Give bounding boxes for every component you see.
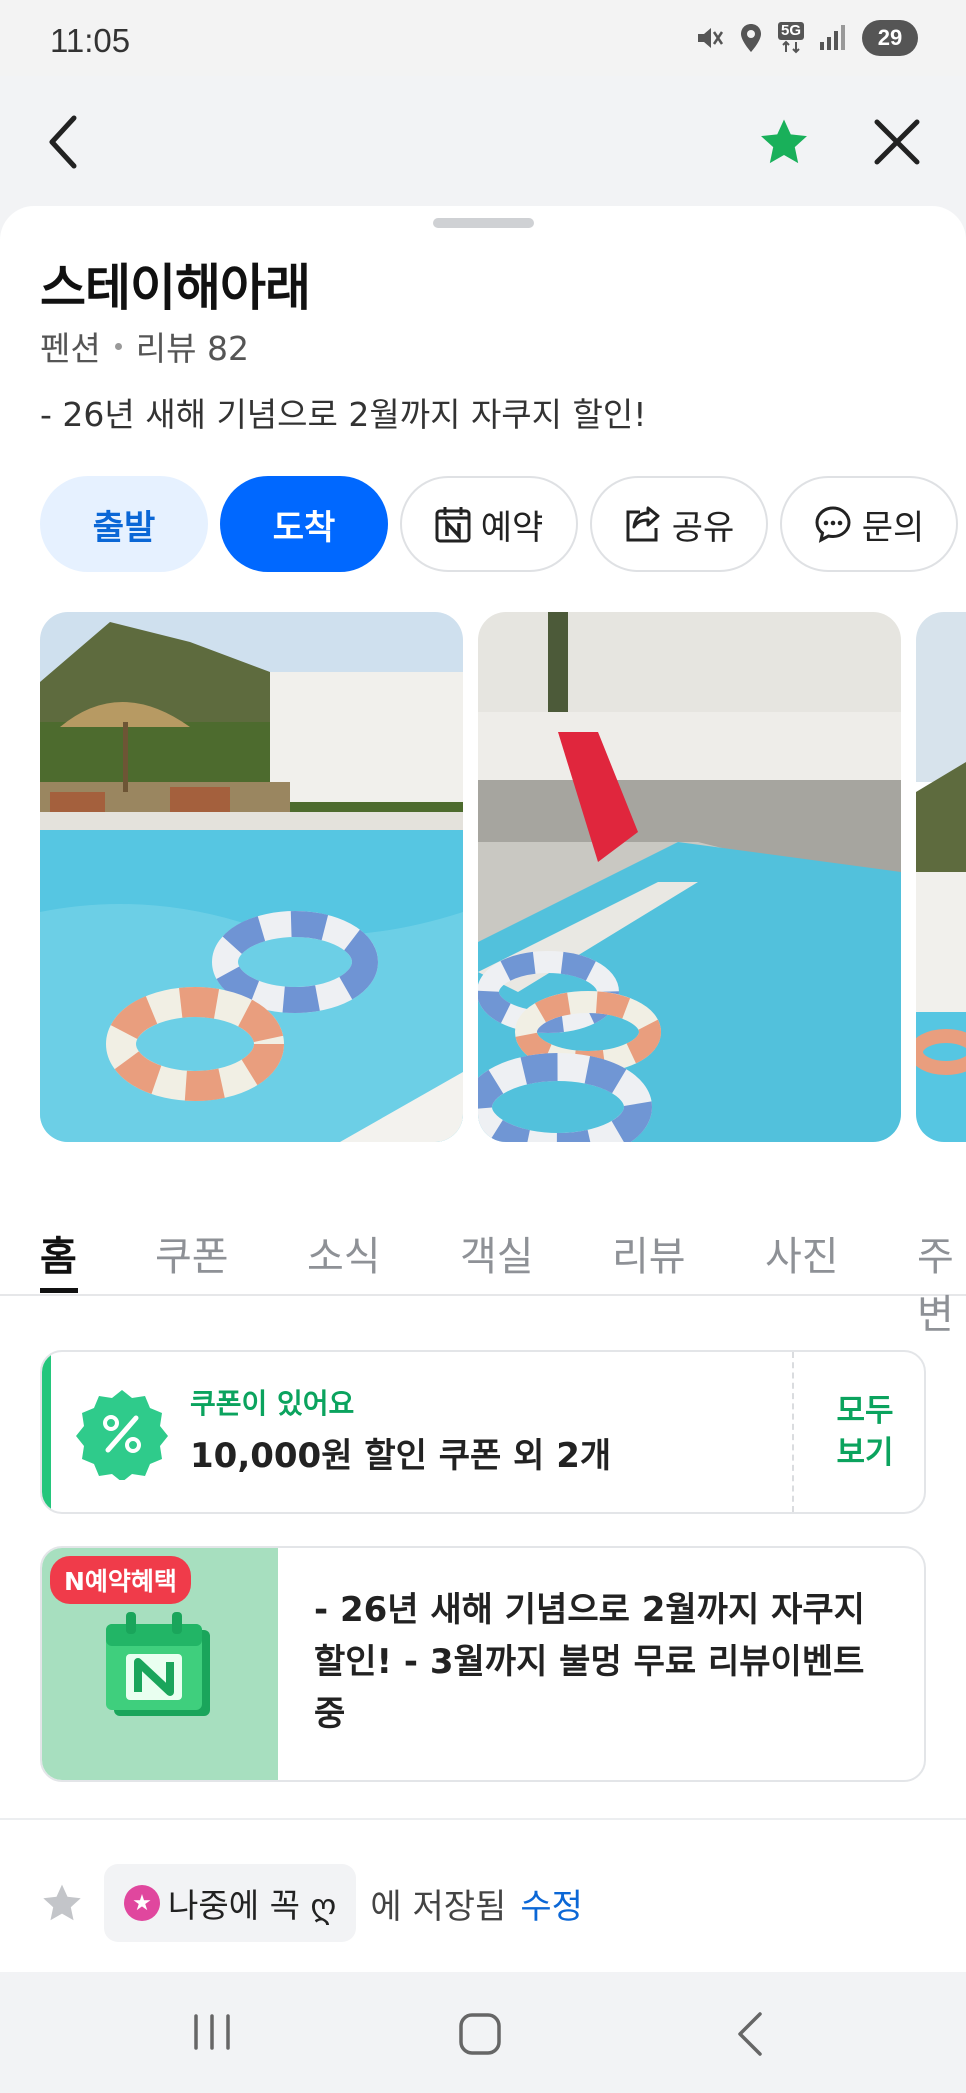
star-outline-icon bbox=[43, 1884, 81, 1921]
coupon-title: 10,000원 할인 쿠폰 외 2개 bbox=[190, 1436, 612, 1476]
place-promo: - 26년 새해 기념으로 2월까지 자쿠지 할인! bbox=[40, 395, 647, 434]
tab-news[interactable]: 소식 bbox=[307, 1224, 381, 1282]
n-reservation-benefit-badge: N예약혜택 bbox=[50, 1556, 191, 1604]
back-button[interactable] bbox=[24, 102, 104, 182]
reservation-benefit-card[interactable]: N예약혜택 - 26년 새해 기념으로 2월까지 자쿠지 할인! - 3월까지 … bbox=[40, 1546, 926, 1782]
photo-pool-3[interactable] bbox=[916, 612, 966, 1142]
benefit-text: - 26년 새해 기념으로 2월까지 자쿠지 할인! - 3월까지 불멍 무료 … bbox=[314, 1590, 865, 1734]
inquiry-button[interactable]: 문의 bbox=[780, 476, 958, 572]
inquiry-label: 문의 bbox=[861, 507, 925, 548]
saved-list-name: 나중에 꼭 ღ bbox=[168, 1886, 337, 1925]
star-icon bbox=[761, 119, 807, 164]
system-nav-bar bbox=[0, 1972, 966, 2093]
section-divider bbox=[0, 1818, 966, 1820]
review-count-link[interactable]: 리뷰 82 bbox=[136, 322, 249, 370]
photo-carousel[interactable] bbox=[40, 612, 966, 1142]
saved-list-row: ★ 나중에 꼭 ღ 에 저장됨 수정 bbox=[40, 1864, 583, 1942]
status-icons: 5G 29 bbox=[694, 20, 918, 56]
status-bar: 11:05 5G 29 bbox=[0, 0, 966, 76]
home-icon[interactable] bbox=[458, 2012, 502, 2056]
tab-nearby[interactable]: 주변 bbox=[917, 1224, 966, 1340]
coupon-card[interactable]: 쿠폰이 있어요 10,000원 할인 쿠폰 외 2개 모두 보기 bbox=[40, 1350, 926, 1514]
meta-separator-dot bbox=[114, 342, 122, 350]
place-category: 펜션 bbox=[40, 329, 101, 368]
reserve-button[interactable]: 예약 bbox=[400, 476, 578, 572]
arrive-label: 도착 bbox=[272, 507, 336, 548]
pink-star-icon: ★ bbox=[124, 1885, 160, 1921]
calendar-n-icon bbox=[435, 507, 471, 543]
tab-rooms[interactable]: 객실 bbox=[460, 1224, 534, 1282]
depart-label: 출발 bbox=[92, 507, 156, 548]
arrive-button[interactable]: 도착 bbox=[220, 476, 388, 572]
location-icon bbox=[740, 24, 761, 52]
share-icon bbox=[626, 506, 660, 542]
place-meta: 펜션 리뷰 82 bbox=[40, 322, 249, 370]
close-icon bbox=[874, 119, 920, 165]
share-button[interactable]: 공유 bbox=[590, 476, 768, 572]
share-label: 공유 bbox=[671, 507, 735, 548]
tab-reviews[interactable]: 리뷰 bbox=[612, 1224, 686, 1282]
photo-pool-2[interactable] bbox=[478, 612, 901, 1142]
place-sheet: 스테이해아래 펜션 리뷰 82 - 26년 새해 기념으로 2월까지 자쿠지 할… bbox=[0, 206, 966, 1972]
favorite-button[interactable] bbox=[744, 102, 824, 182]
action-buttons: 출발 도착 예약 공유 문의 bbox=[40, 476, 958, 572]
network-label: 5G bbox=[777, 22, 804, 40]
sheet-drag-handle[interactable] bbox=[433, 218, 534, 228]
tab-photos[interactable]: 사진 bbox=[765, 1224, 839, 1282]
signal-icon bbox=[820, 25, 845, 50]
chevron-left-icon bbox=[49, 115, 77, 169]
coupon-subtitle: 쿠폰이 있어요 bbox=[190, 1387, 355, 1420]
network-5g-icon: 5G bbox=[777, 22, 804, 54]
recent-apps-icon[interactable] bbox=[190, 2012, 234, 2052]
battery-indicator: 29 bbox=[862, 20, 918, 56]
n-calendar-icon bbox=[106, 1612, 210, 1716]
saved-list-chip[interactable]: ★ 나중에 꼭 ღ bbox=[104, 1864, 357, 1942]
tab-home[interactable]: 홈 bbox=[40, 1224, 77, 1282]
saved-edit-link[interactable]: 수정 bbox=[520, 1879, 583, 1928]
section-tabs: 홈 쿠폰 소식 객실 리뷰 사진 주변 bbox=[0, 1196, 966, 1338]
discount-badge-icon bbox=[76, 1390, 168, 1480]
coupon-accent-bar bbox=[42, 1352, 51, 1512]
mute-icon bbox=[697, 28, 724, 48]
place-detail-screen: 11:05 5G 29 스테이해아래 펜션 리뷰 82 - 26년 새해 기념으… bbox=[0, 0, 966, 2093]
close-button[interactable] bbox=[857, 102, 937, 182]
status-time: 11:05 bbox=[50, 22, 131, 59]
coupon-divider bbox=[792, 1352, 794, 1512]
coupon-view-all-button[interactable]: 모두 보기 bbox=[822, 1390, 908, 1474]
reserve-label: 예약 bbox=[480, 507, 544, 548]
top-nav bbox=[0, 76, 966, 208]
place-name: 스테이해아래 bbox=[40, 259, 311, 317]
photo-pool-1[interactable] bbox=[40, 612, 463, 1142]
chat-bubble-icon bbox=[815, 506, 851, 543]
back-nav-icon[interactable] bbox=[734, 2010, 766, 2058]
tab-coupon[interactable]: 쿠폰 bbox=[155, 1224, 229, 1282]
depart-button[interactable]: 출발 bbox=[40, 476, 208, 572]
saved-suffix: 에 저장됨 bbox=[370, 1886, 507, 1927]
active-tab-underline bbox=[40, 1288, 78, 1293]
